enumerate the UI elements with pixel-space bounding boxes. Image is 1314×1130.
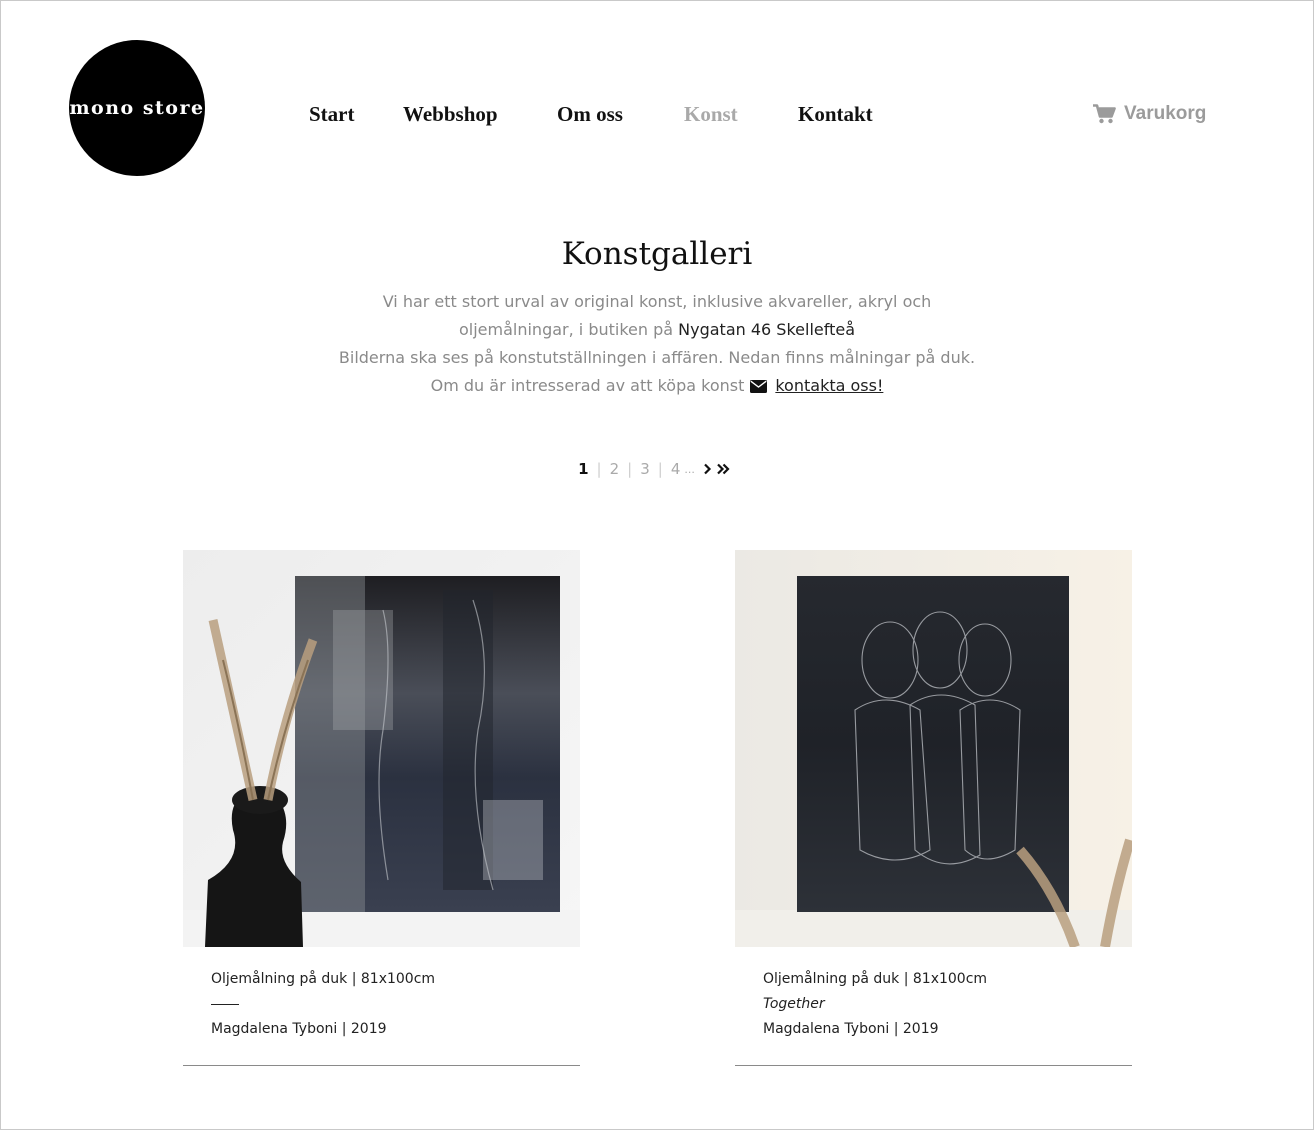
nav-konst[interactable]: Konst <box>684 101 738 127</box>
store-address: Nygatan 46 Skellefteå <box>678 320 856 339</box>
logo[interactable]: mono store <box>69 40 205 176</box>
nav-webbshop[interactable]: Webbshop <box>403 101 498 127</box>
pagination: 1 | 2 | 3 | 4 ... <box>0 460 1311 478</box>
page-4-link[interactable]: 4 <box>669 460 683 478</box>
nav-om-oss[interactable]: Om oss <box>557 101 623 127</box>
page-separator: | <box>657 460 663 478</box>
next-page-icon[interactable] <box>701 463 714 475</box>
page-1-link[interactable]: 1 <box>576 460 590 478</box>
intro-line-3: Bilderna ska ses på konstutställningen i… <box>338 348 976 367</box>
artwork-title-separator <box>211 992 580 1017</box>
contact-link[interactable]: kontakta oss! <box>775 376 883 395</box>
cart-label: Varukorg <box>1124 103 1207 124</box>
envelope-icon <box>750 374 768 402</box>
page-separator: | <box>627 460 633 478</box>
artwork-card: Oljemålning på duk | 81x100cm Magdalena … <box>183 550 580 1066</box>
last-page-icon[interactable] <box>714 463 732 475</box>
pagination-ellipsis: ... <box>684 462 695 476</box>
intro-line-2-prefix: oljemålningar, i butiken på <box>458 320 674 339</box>
artwork-title-text: Together <box>763 996 825 1012</box>
artwork-title: Together <box>763 992 1132 1017</box>
card-divider <box>735 1065 1132 1066</box>
shopping-cart-icon <box>1093 104 1116 124</box>
artwork-medium: Oljemålning på duk | 81x100cm <box>211 971 436 987</box>
artwork-image-1[interactable] <box>183 550 580 947</box>
nav-kontakt[interactable]: Kontakt <box>798 101 873 127</box>
page-separator: | <box>596 460 602 478</box>
intro-line-1: Vi har ett stort urval av original konst… <box>382 292 932 311</box>
artwork-artist-year: Magdalena Tyboni | 2019 <box>763 1021 939 1037</box>
page-title: Konstgalleri <box>561 236 753 272</box>
intro-line-4: Om du är intresserad av att köpa konst ko… <box>0 372 1314 402</box>
intro-line-4-prefix: Om du är intresserad av att köpa konst <box>430 376 745 395</box>
page-2-link[interactable]: 2 <box>608 460 622 478</box>
artwork-caption: Oljemålning på duk | 81x100cm Magdalena … <box>183 947 580 1042</box>
artwork-image-2[interactable] <box>735 550 1132 947</box>
intro-line-2: oljemålningar, i butiken på Nygatan 46 S… <box>0 316 1314 344</box>
intro-text: Vi har ett stort urval av original konst… <box>0 288 1314 402</box>
nav-start[interactable]: Start <box>309 101 355 127</box>
artwork-medium: Oljemålning på duk | 81x100cm <box>763 971 988 987</box>
cart-link[interactable]: Varukorg <box>1093 101 1206 127</box>
card-divider <box>183 1065 580 1066</box>
artwork-artist-year: Magdalena Tyboni | 2019 <box>211 1021 387 1037</box>
artwork-card: Oljemålning på duk | 81x100cm Together M… <box>735 550 1132 1066</box>
artwork-caption: Oljemålning på duk | 81x100cm Together M… <box>735 947 1132 1042</box>
logo-text: mono store <box>69 97 205 119</box>
page-3-link[interactable]: 3 <box>638 460 652 478</box>
